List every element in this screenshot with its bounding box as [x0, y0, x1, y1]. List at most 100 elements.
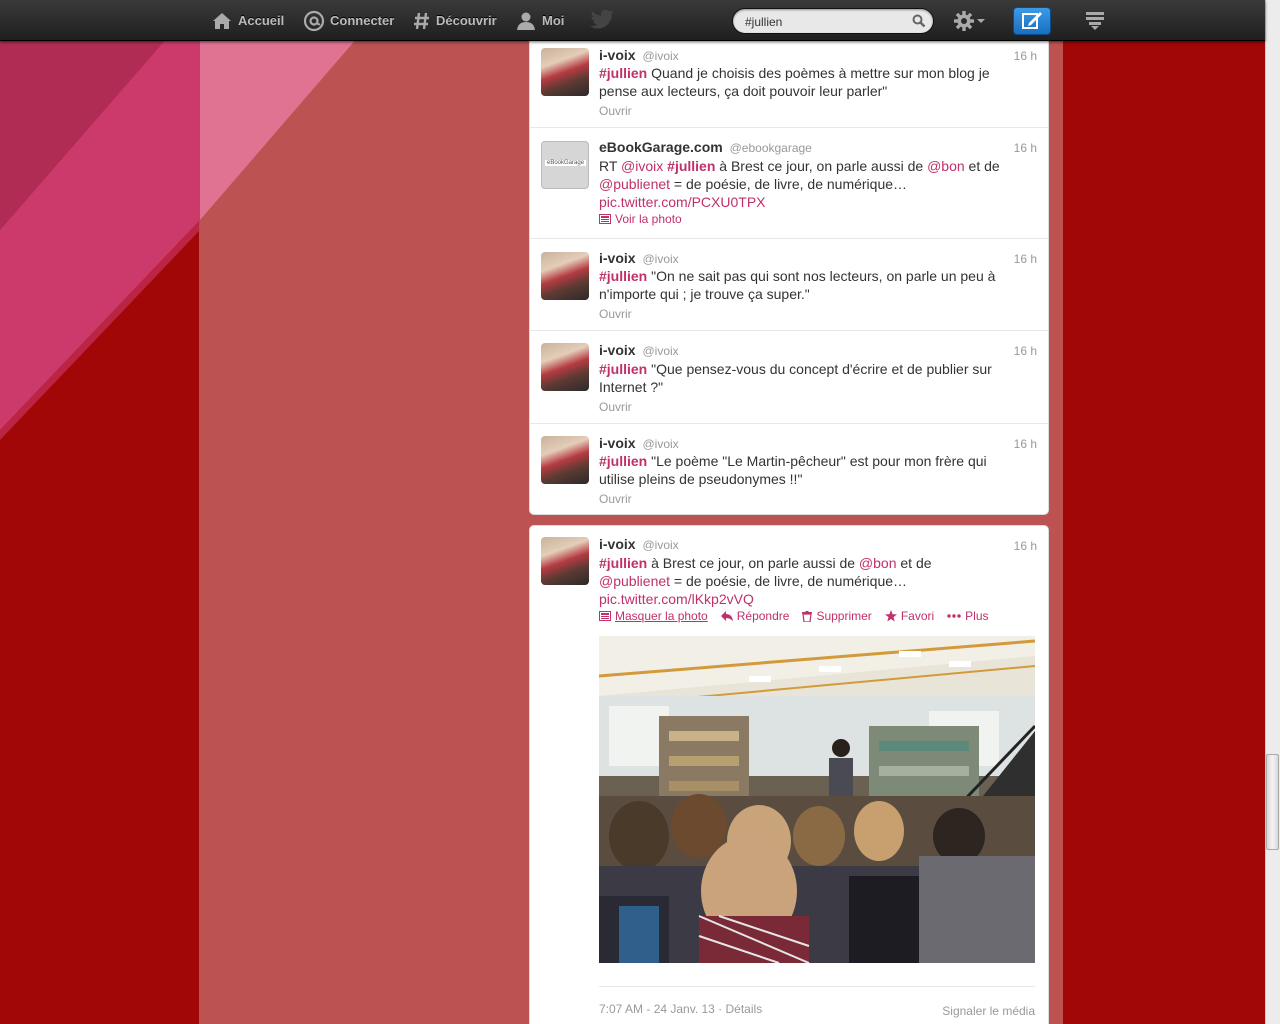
star-icon [884, 610, 897, 622]
mention-link[interactable]: @ivoix [621, 158, 663, 174]
tweet-author-name[interactable]: i-voix [599, 47, 636, 63]
expanded-tweet: i-voix @ivoix 16 h #jullien à Brest ce j… [529, 525, 1049, 1024]
tweet-details-meta[interactable]: 7:07 AM - 24 Janv. 13 · Détails [599, 1002, 762, 1016]
mention-link[interactable]: @publienet [599, 573, 670, 589]
tweet-item[interactable]: i-voix @ivoix 16 h #jullien Quand je cho… [530, 35, 1048, 128]
tweet-header: i-voix @ivoix [599, 536, 679, 552]
hashtag-link[interactable]: #jullien [599, 453, 647, 469]
nav-discover-label: Découvrir [436, 13, 497, 28]
stream-icon[interactable] [1085, 11, 1105, 31]
more-icon [947, 614, 961, 618]
tweet-text: RT @ivoix #jullien à Brest ce jour, on p… [599, 158, 1000, 210]
nav-home[interactable]: Accueil [211, 0, 284, 41]
more-button[interactable]: Plus [947, 609, 989, 623]
nav-discover[interactable]: Découvrir [413, 0, 497, 41]
tweet-author-handle[interactable]: @ivoix [642, 437, 678, 451]
tweet-timestamp[interactable]: 16 h [1014, 344, 1037, 358]
user-icon [517, 12, 535, 30]
tweet-author-name[interactable]: i-voix [599, 342, 636, 358]
tweet-author-handle[interactable]: @ivoix [642, 344, 678, 358]
at-icon [303, 10, 325, 31]
avatar[interactable]: eBookGarage [541, 141, 589, 189]
search-icon[interactable] [912, 14, 926, 28]
tweet-actions: Masquer la photo Répondre Supprimer Favo… [599, 609, 989, 623]
nav-connect[interactable]: Connecter [303, 0, 394, 41]
tweet-open-link[interactable]: Ouvrir [599, 307, 632, 321]
tweet-author-name[interactable]: i-voix [599, 250, 636, 266]
hide-photo-button[interactable]: Masquer la photo [599, 609, 708, 623]
tweet-item[interactable]: i-voix @ivoix 16 h #jullien "On ne sait … [530, 239, 1048, 331]
media-link[interactable]: pic.twitter.com/lKkp2vVQ [599, 591, 754, 607]
reply-button[interactable]: Répondre [720, 609, 789, 623]
nav-me[interactable]: Moi [515, 0, 564, 41]
twitter-bird-icon[interactable] [590, 9, 616, 31]
avatar[interactable] [541, 252, 589, 300]
avatar[interactable] [541, 537, 589, 585]
delete-button[interactable]: Supprimer [802, 609, 872, 623]
page-scrollbar[interactable] [1265, 0, 1280, 1024]
chevron-down-icon [977, 19, 985, 23]
tweet-text: #jullien "Le poème "Le Martin-pêcheur" e… [599, 453, 987, 487]
compose-icon [1022, 12, 1042, 29]
tweet-text: #jullien à Brest ce jour, on parle aussi… [599, 555, 932, 607]
hash-icon [414, 12, 429, 29]
tweet-author-handle[interactable]: @ivoix [642, 49, 678, 63]
hashtag-link[interactable]: #jullien [599, 555, 647, 571]
tweet-author-name[interactable]: eBookGarage.com [599, 139, 723, 155]
tweet-header: i-voix @ivoix [599, 435, 679, 451]
search-input[interactable] [745, 13, 905, 30]
avatar[interactable] [541, 48, 589, 96]
tweet-open-link[interactable]: Ouvrir [599, 104, 632, 118]
search-box[interactable] [732, 8, 934, 34]
trash-icon [802, 610, 813, 622]
tweet-text: #jullien Quand je choisis des poèmes à m… [599, 65, 990, 99]
tweet-timestamp[interactable]: 16 h [1014, 141, 1037, 155]
nav-connect-label: Connecter [330, 13, 395, 28]
tweet-header: eBookGarage.com @ebookgarage [599, 139, 812, 155]
tweet-text: #jullien "On ne sait pas qui sont nos le… [599, 268, 996, 302]
tweet-author-name[interactable]: i-voix [599, 536, 636, 552]
hashtag-link[interactable]: #jullien [599, 361, 647, 377]
avatar[interactable] [541, 436, 589, 484]
favorite-button[interactable]: Favori [884, 609, 934, 623]
tweet-author-handle[interactable]: @ivoix [642, 538, 678, 552]
tweet-open-link[interactable]: Ouvrir [599, 400, 632, 414]
nav-home-label: Accueil [238, 13, 285, 28]
tweet-open-link[interactable]: Ouvrir [599, 492, 632, 506]
hashtag-link[interactable]: #jullien [599, 268, 647, 284]
report-media-link[interactable]: Signaler le média [942, 1004, 1035, 1018]
tweet-timestamp[interactable]: 16 h [1014, 49, 1037, 63]
media-link[interactable]: pic.twitter.com/PCXU0TPX [599, 194, 766, 210]
tweet-item[interactable]: i-voix @ivoix 16 h #jullien "Le poème "L… [530, 424, 1048, 515]
tweet-author-name[interactable]: i-voix [599, 435, 636, 451]
hashtag-link[interactable]: #jullien [667, 158, 715, 174]
mention-link[interactable]: @bon [859, 555, 897, 571]
avatar[interactable] [541, 343, 589, 391]
tweet-item[interactable]: i-voix @ivoix 16 h #jullien "Que pensez-… [530, 331, 1048, 424]
settings-menu[interactable] [953, 10, 985, 32]
tweet-timestamp[interactable]: 16 h [1014, 252, 1037, 266]
scrollbar-thumb[interactable] [1266, 754, 1279, 850]
tweet-author-handle[interactable]: @ebookgarage [730, 141, 812, 155]
tweet-header: i-voix @ivoix [599, 342, 679, 358]
tweet-list: i-voix @ivoix 16 h #jullien Quand je cho… [529, 34, 1049, 515]
divider [599, 986, 1035, 987]
reply-icon [720, 611, 733, 621]
gear-icon [954, 11, 974, 31]
hashtag-link[interactable]: #jullien [599, 65, 647, 81]
tweet-timestamp[interactable]: 16 h [1014, 437, 1037, 451]
view-photo-link[interactable]: Voir la photo [599, 212, 682, 226]
photo-icon [599, 611, 611, 621]
compose-tweet-button[interactable] [1013, 7, 1051, 35]
tweet-media-photo[interactable] [599, 636, 1035, 963]
view-photo-label: Voir la photo [615, 212, 682, 226]
tweet-header: i-voix @ivoix [599, 47, 679, 63]
tweet-timestamp[interactable]: 16 h [1014, 539, 1037, 553]
mention-link[interactable]: @publienet [599, 176, 670, 192]
background-decoration [0, 0, 400, 440]
mention-link[interactable]: @bon [927, 158, 965, 174]
tweet-author-handle[interactable]: @ivoix [642, 252, 678, 266]
tweet-item[interactable]: eBookGarage eBookGarage.com @ebookgarage… [530, 128, 1048, 239]
nav-me-label: Moi [542, 13, 565, 28]
home-icon [213, 12, 231, 29]
